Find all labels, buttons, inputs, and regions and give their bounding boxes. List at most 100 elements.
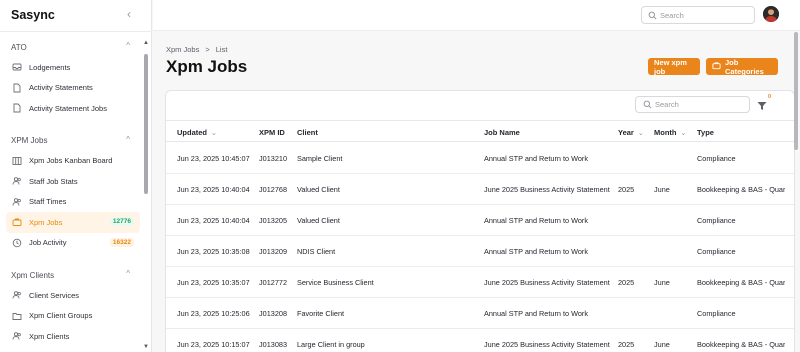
cell-job-name: June 2025 Business Activity Statement (484, 278, 610, 287)
sidebar-group-ato[interactable]: ATO ^ (0, 37, 146, 57)
cell-job-name: June 2025 Business Activity Statement (484, 185, 610, 194)
collapse-sidebar-icon[interactable]: ‹ (127, 7, 131, 21)
filter-icon[interactable] (757, 98, 767, 116)
sidebar-nav: ATO ^ Lodgements Activity Statements Act… (0, 37, 146, 347)
cell-client: Valued Client (297, 185, 340, 194)
new-xpm-job-button[interactable]: New xpm job (648, 58, 700, 76)
job-categories-button[interactable]: Job Categories (706, 58, 778, 76)
cell-updated: Jun 23, 2025 10:35:07 (177, 278, 250, 287)
cell-type: Bookkeeping & BAS - Quarterly (697, 185, 785, 194)
sidebar-item-staff-job-stats[interactable]: Staff Job Stats (6, 171, 140, 192)
page-title: Xpm Jobs (166, 57, 248, 76)
cell-job-name: Annual STP and Return to Work (484, 154, 588, 163)
column-header-type[interactable]: Type (697, 128, 714, 137)
sidebar-item-activity-statement-jobs[interactable]: Activity Statement Jobs (6, 98, 140, 119)
column-header-job-name[interactable]: Job Name (484, 128, 520, 137)
breadcrumb-parent[interactable]: Xpm Jobs (166, 45, 199, 54)
sidebar-scrollbar[interactable] (144, 54, 148, 194)
search-icon (648, 11, 657, 22)
column-header-year[interactable]: Year ⌄ (618, 128, 644, 137)
sidebar-item-lodgements[interactable]: Lodgements (6, 57, 140, 78)
page-scrollbar[interactable] (794, 32, 798, 150)
briefcase-icon (712, 61, 721, 72)
topbar: Search (153, 0, 800, 31)
sidebar-item-staff-times[interactable]: Staff Times (6, 192, 140, 213)
folder-icon (12, 311, 22, 321)
cell-xpm-id: J012772 (259, 278, 287, 287)
table-row[interactable]: Jun 23, 2025 10:40:04 J012768 Valued Cli… (166, 174, 794, 205)
filter-count-badge: 0 (768, 94, 772, 100)
table-row[interactable]: Jun 23, 2025 10:15:07 J013083 Large Clie… (166, 329, 794, 352)
cell-client: Service Business Client (297, 278, 374, 287)
cell-type: Bookkeeping & BAS - Quarterly (697, 340, 785, 349)
breadcrumb: Xpm Jobs > List (166, 45, 227, 54)
sidebar-item-client-services[interactable]: Client Services (6, 285, 140, 306)
cell-client: Large Client in group (297, 340, 365, 349)
table-row[interactable]: Jun 23, 2025 10:40:04 J013205 Valued Cli… (166, 205, 794, 236)
sidebar-item-job-activity[interactable]: Job Activity 16322 (6, 233, 140, 254)
count-badge: 12776 (109, 217, 134, 226)
table-row[interactable]: Jun 23, 2025 10:25:06 J013208 Favorite C… (166, 298, 794, 329)
cell-type: Bookkeeping & BAS - Quarterly (697, 278, 785, 287)
scroll-up-arrow-icon[interactable]: ▲ (143, 40, 149, 46)
cell-year: 2025 (618, 185, 635, 194)
users-icon (12, 197, 22, 207)
inbox-icon (12, 62, 22, 72)
table-row[interactable]: Jun 23, 2025 10:35:07 J012772 Service Bu… (166, 267, 794, 298)
cell-job-name: Annual STP and Return to Work (484, 216, 588, 225)
chevron-up-icon: ^ (126, 41, 130, 50)
table-row[interactable]: Jun 23, 2025 10:45:07 J013210 Sample Cli… (166, 143, 794, 174)
table-search-input[interactable]: Search (635, 96, 750, 113)
column-header-updated[interactable]: Updated ⌄ (177, 128, 217, 137)
cell-month: June (654, 340, 670, 349)
document-icon (12, 83, 22, 93)
users-icon (12, 176, 22, 186)
column-header-xpm-id[interactable]: XPM ID (259, 128, 285, 137)
cell-updated: Jun 23, 2025 10:25:06 (177, 309, 250, 318)
scroll-down-arrow-icon[interactable]: ▼ (143, 344, 149, 350)
cell-type: Compliance (697, 216, 736, 225)
sort-chevron-icon: ⌄ (637, 130, 644, 137)
sidebar-item-xpm-jobs-kanban-board[interactable]: Xpm Jobs Kanban Board (6, 151, 140, 172)
cell-job-name: Annual STP and Return to Work (484, 247, 588, 256)
sidebar-item-activity-statements[interactable]: Activity Statements (6, 78, 140, 99)
sidebar-group-xpm-clients[interactable]: Xpm Clients ^ (0, 265, 146, 285)
sort-chevron-icon: ⌄ (211, 130, 217, 137)
table-row[interactable]: Jun 23, 2025 10:35:08 J013209 NDIS Clien… (166, 236, 794, 267)
cell-client: Favorite Client (297, 309, 345, 318)
cell-year: 2025 (618, 340, 635, 349)
cell-updated: Jun 23, 2025 10:45:07 (177, 154, 250, 163)
cell-type: Compliance (697, 247, 736, 256)
cell-xpm-id: J013205 (259, 216, 287, 225)
cell-xpm-id: J013210 (259, 154, 287, 163)
sidebar-item-xpm-jobs[interactable]: Xpm Jobs 12776 (6, 212, 140, 233)
cell-client: Valued Client (297, 216, 340, 225)
table-header: Updated ⌄ XPM ID Client Job Name Year ⌄ Mo… (166, 120, 794, 142)
breadcrumb-current: List (215, 45, 228, 54)
count-badge: 16322 (109, 237, 134, 247)
sort-chevron-icon: ⌄ (680, 130, 687, 137)
chevron-up-icon: ^ (126, 269, 130, 278)
cell-month: June (654, 278, 670, 287)
cell-updated: Jun 23, 2025 10:40:04 (177, 216, 250, 225)
column-header-client[interactable]: Client (297, 128, 318, 137)
breadcrumb-separator: > (205, 45, 210, 54)
users-icon (12, 331, 22, 341)
chevron-up-icon: ^ (126, 134, 130, 144)
global-search-input[interactable]: Search (641, 6, 755, 24)
kanban-icon (12, 156, 22, 166)
column-header-month[interactable]: Month ⌄ (654, 128, 686, 137)
cell-xpm-id: J013083 (259, 340, 287, 349)
sidebar-item-xpm-clients[interactable]: Xpm Clients (6, 326, 140, 347)
document-icon (12, 103, 22, 113)
activity-icon (12, 238, 22, 248)
cell-year: 2025 (618, 278, 635, 287)
cell-updated: Jun 23, 2025 10:35:08 (177, 247, 250, 256)
sidebar-item-xpm-client-groups[interactable]: Xpm Client Groups (6, 306, 140, 327)
users-icon (12, 290, 22, 300)
user-avatar[interactable] (763, 6, 779, 22)
search-icon (643, 100, 652, 111)
sidebar-group-xpm-jobs[interactable]: XPM Jobs ^ (0, 131, 146, 151)
cell-updated: Jun 23, 2025 10:40:04 (177, 185, 250, 194)
cell-updated: Jun 23, 2025 10:15:07 (177, 340, 250, 349)
